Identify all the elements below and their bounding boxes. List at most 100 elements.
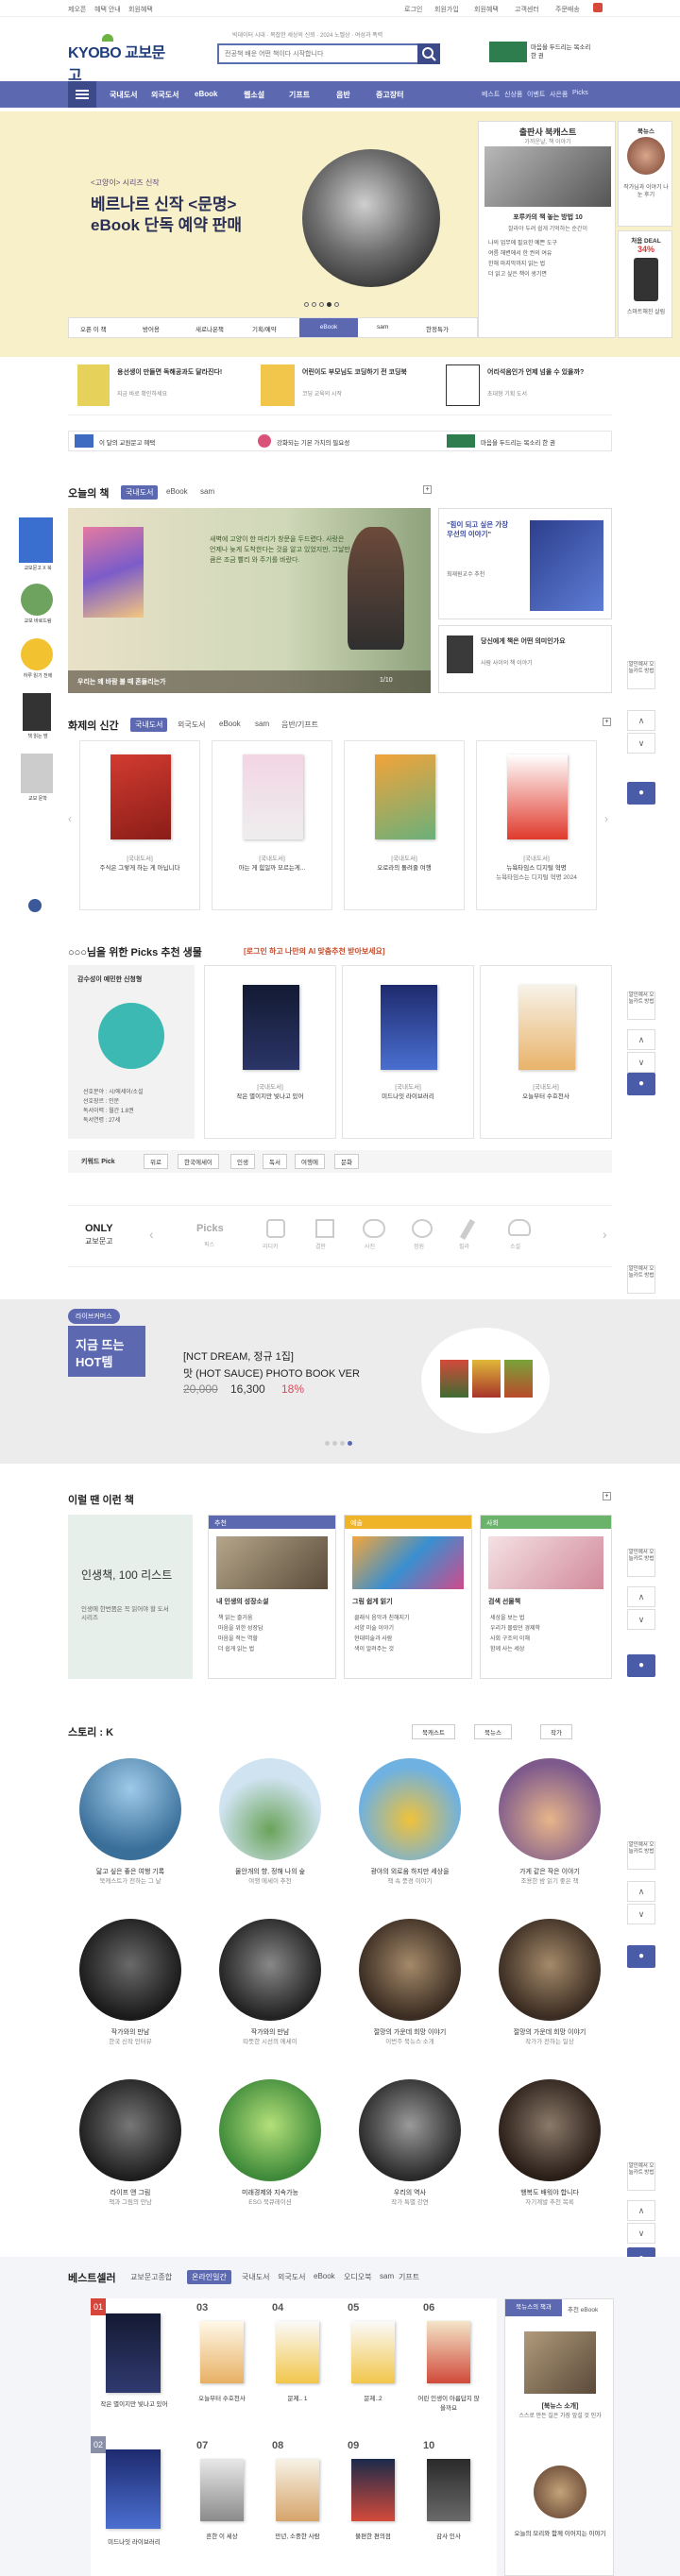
book-title[interactable]: 아는 게 힘일까 모르는게... [212,864,332,873]
book-title[interactable]: 불편한 편의점 [342,2531,404,2540]
story-thumb[interactable] [359,2079,461,2181]
today-tab[interactable]: eBook [166,487,188,496]
best-tab[interactable]: sam [380,2272,394,2280]
story-thumb[interactable] [359,1758,461,1860]
book-title[interactable]: 미드나잇 라이브러리 [94,2536,174,2546]
best-side-avatar[interactable] [534,2466,586,2518]
book-cover[interactable] [106,2449,161,2529]
picks-book[interactable]: [국내도서] 미드나잇 라이브러리 [342,965,474,1139]
theme-item[interactable]: 마음을 위한 성장담 [218,1624,264,1635]
story-thumb[interactable] [499,1758,601,1860]
best-tab[interactable]: 외국도서 [278,2272,305,2282]
today-card-1[interactable]: "힘이 되고 싶은 가장 우선의 이야기" 최재원교수 추천 [438,508,612,619]
more-icon[interactable]: + [603,1492,611,1500]
keyword-chip[interactable]: 문화 [334,1154,359,1169]
story-thumb[interactable] [499,2079,601,2181]
story-tab[interactable]: 북캐스트 [412,1724,455,1739]
theme-item[interactable]: 색이 알려주는 것 [354,1645,410,1655]
book-title[interactable]: 작은 별이지만 빛나고 있어 [205,1093,335,1101]
bookcast-image[interactable] [484,146,611,207]
theme-item[interactable]: 함께 사는 세상 [490,1645,540,1655]
story-thumb[interactable] [219,2079,321,2181]
bookcast-item[interactable]: 여름 해변에서 한 권의 여유 [488,249,557,260]
nav-music[interactable]: 음반 [336,90,350,100]
newbook-card[interactable]: [국내도서] 주식은 그렇게 하는 게 아닙니다 [79,740,200,910]
more-icon[interactable]: + [423,485,432,494]
today-feature[interactable]: 새벽에 고양이 한 마리가 창문을 두드렸다. 사랑은 언제나 늦게 도착한다는… [68,508,431,693]
nav-domestic[interactable]: 국내도서 [110,90,137,100]
nav-ebook[interactable]: eBook [195,90,217,98]
util-link-2[interactable]: 혜택 안내 [94,5,121,14]
newbooks-tab[interactable]: sam [255,720,269,728]
cart-icon[interactable] [593,3,603,12]
story-thumb[interactable] [79,1919,181,2021]
nav-picks[interactable]: Picks [572,90,588,96]
hero-tab[interactable]: 기획/예약 [252,324,277,333]
best-tab[interactable]: 교보문고종합 [130,2272,172,2282]
scroll-up-button[interactable]: ∧ [627,1881,655,1902]
side-card-news[interactable]: 북뉴스 작가님과 이야기 나눈 후기 [618,121,672,227]
strip-text[interactable]: 마음을 두드리는 목소리 한 권 [481,437,555,447]
story-tab[interactable]: 북뉴스 [474,1724,512,1739]
bookcast-title[interactable]: 포루카의 책 놓는 방법 10 [484,212,611,222]
side-cart-button[interactable]: ● [627,782,655,805]
side-quick-cart[interactable]: 알인예서 오늘카트 방법 [627,991,655,1020]
search-tag[interactable]: 2024 노벨상 [320,33,350,39]
search-tag[interactable]: 빅데이터 시대 [232,33,265,39]
nav-best[interactable]: 베스트 [482,90,500,99]
best-tab[interactable]: 오디오북 [344,2272,371,2282]
newbooks-tab[interactable]: eBook [219,720,241,728]
best-tab[interactable]: 온라인일간 [187,2270,231,2284]
side-quick-cart[interactable]: 알인예서 오늘카트 방법 [627,661,655,689]
today-tab[interactable]: 국내도서 [121,485,159,500]
story-thumb[interactable] [219,1919,321,2021]
people-icon[interactable] [363,1219,385,1238]
story-cap[interactable]: 라이프 앤 그림 책과 그림의 만남 [69,2189,192,2208]
cloud-icon[interactable] [508,1219,531,1236]
story-thumb[interactable] [79,1758,181,1860]
side-quick-cart[interactable]: 알인예서 오늘카트 방법 [627,1841,655,1870]
nav-foreign[interactable]: 외국도서 [151,90,178,100]
search-tag[interactable]: 복잡한 세상의 신뢰 [270,33,315,39]
search-input[interactable] [225,48,414,59]
book-cover[interactable] [200,2321,244,2383]
best-side-tab[interactable]: 추천 eBook [568,2304,598,2313]
story-cap[interactable]: 미래경제와 지속가능 ESG 북큐레이션 [209,2189,332,2208]
bookcast-item[interactable]: 나의 업무에 필요한 예쁜 도구 [488,239,557,249]
newbooks-tab[interactable]: 외국도서 [178,720,205,730]
search-tag[interactable]: 여성과 폭력 [355,33,382,39]
search-button[interactable] [417,43,440,64]
sidebar-ad[interactable] [21,638,53,670]
theme-col[interactable]: 추천 내 인생의 성장소설 책 읽는 즐거움 마음을 위한 성장담 마음을 적는 역… [208,1515,336,1679]
keyword-chip[interactable]: 한국에세이 [178,1154,219,1169]
util-link-3[interactable]: 회원혜택 [128,5,153,14]
more-icon[interactable]: + [603,718,611,726]
util-order[interactable]: 주문배송 [555,5,580,14]
side-cart-button[interactable]: ● [627,1073,655,1095]
note-icon[interactable] [315,1219,334,1238]
theme-item[interactable]: 더 쉽게 읽는 법 [218,1645,264,1655]
banner-product-title[interactable]: [NCT DREAM, 정규 1집] [183,1348,294,1364]
prev-arrow-icon[interactable]: ‹ [68,812,72,825]
book-title[interactable]: 만년, 소중한 사람 [266,2531,329,2540]
newbooks-tab[interactable]: 국내도서 [130,718,168,732]
scroll-down-button[interactable]: ∨ [627,1904,655,1924]
story-cap[interactable]: 작가와의 만남 한국 신작 인터뷰 [69,2028,192,2047]
book-cover[interactable] [351,2459,395,2521]
scroll-down-button[interactable]: ∨ [627,733,655,754]
sidebar-ad[interactable] [23,693,51,731]
theme-item[interactable]: 사회 구조의 이해 [490,1635,540,1645]
util-login[interactable]: 로그인 [404,5,422,14]
menu-button[interactable] [68,81,96,108]
newbook-card[interactable]: [국내도서] 오로라의 돌려줄 여행 [344,740,465,910]
next-arrow-icon[interactable]: › [603,1227,607,1242]
partner-text[interactable]: 마음을 두드리는 목소리 한 권 [531,43,597,60]
story-cap[interactable]: 가게 같은 작은 이야기 조용한 밤 읽기 좋은 책 [488,1868,611,1887]
book-cover[interactable] [276,2321,319,2383]
util-help[interactable]: 고객센터 [515,5,539,14]
facebook-icon[interactable] [28,899,42,912]
keyword-chip[interactable]: 여행에 [295,1154,325,1169]
scroll-down-button[interactable]: ∨ [627,1609,655,1630]
theme-item[interactable]: 우리가 몰랐던 경제학 [490,1624,540,1635]
theme-item[interactable]: 마음을 적는 역할 [218,1635,264,1645]
